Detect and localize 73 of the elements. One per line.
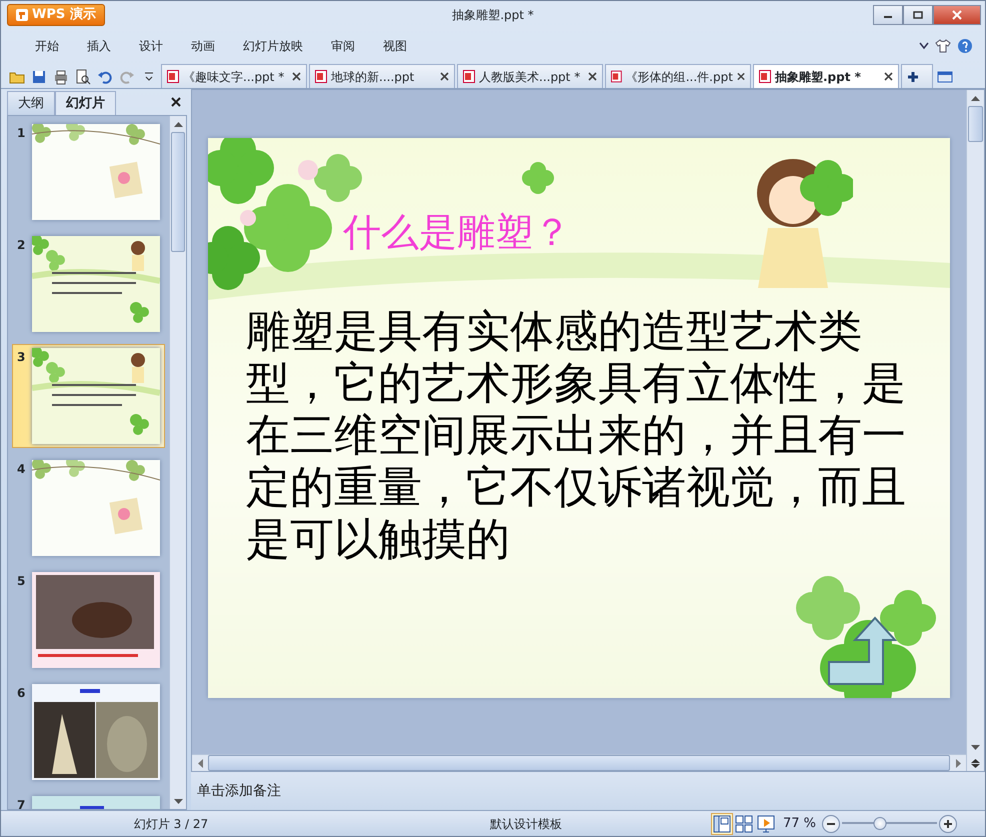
- presentation-file-icon: [167, 70, 179, 83]
- menu-item[interactable]: 动画: [177, 37, 229, 55]
- close-button[interactable]: [933, 5, 981, 25]
- close-icon[interactable]: [736, 72, 745, 81]
- help-icon[interactable]: [957, 38, 973, 54]
- document-tab[interactable]: 《趣味文字...ppt *: [161, 64, 307, 88]
- panel-tab[interactable]: 幻灯片: [55, 90, 116, 115]
- print-preview-icon[interactable]: [75, 69, 91, 85]
- notes-field[interactable]: 单击添加备注: [191, 772, 985, 810]
- shirt-icon[interactable]: [935, 39, 951, 53]
- close-icon[interactable]: [440, 72, 449, 81]
- menu-item[interactable]: 开始: [21, 37, 73, 55]
- slide-sorter-icon[interactable]: [735, 814, 753, 832]
- zoom-percentage: 77 %: [783, 814, 816, 833]
- scroll-right-icon[interactable]: [956, 758, 960, 768]
- save-icon[interactable]: [31, 69, 47, 85]
- panel-tab[interactable]: 大纲: [7, 90, 55, 115]
- slide-thumbnail-item[interactable]: 6: [12, 680, 165, 784]
- restore-icon: [913, 11, 923, 19]
- scroll-up-icon[interactable]: [174, 122, 182, 126]
- arrow-shape[interactable]: [825, 616, 897, 688]
- restore-button[interactable]: [903, 5, 933, 25]
- normal-view-icon[interactable]: [713, 814, 731, 832]
- presentation-file-icon: [759, 70, 771, 83]
- close-icon[interactable]: [171, 97, 181, 108]
- scrollbar[interactable]: [169, 116, 186, 809]
- document-tab[interactable]: 地球的新....ppt: [309, 64, 455, 88]
- scrollbar-thumb[interactable]: [171, 132, 185, 252]
- presentation-file-icon: [315, 70, 327, 83]
- slide-body-text: 雕塑是具有实体感的造型艺术类型，它的艺术形象具有立体性，是在三维空间展示出来的，并且有一定的重量，它不仅诉诸视觉，而且是可以触摸的: [246, 306, 907, 566]
- close-icon: [952, 10, 962, 20]
- scrollbar-thumb[interactable]: [968, 106, 983, 142]
- scroll-down-icon[interactable]: [971, 744, 980, 750]
- menu-item[interactable]: 插入: [73, 37, 125, 55]
- slide-thumbnail-item[interactable]: 1: [12, 120, 165, 224]
- presentation-file-icon: [611, 70, 622, 83]
- previous-next-slide-icon[interactable]: [971, 758, 980, 768]
- clover-drawing: [522, 162, 554, 194]
- scroll-down-icon[interactable]: [174, 798, 182, 804]
- close-icon[interactable]: [884, 72, 893, 81]
- plus-icon: [907, 70, 919, 82]
- minimize-button[interactable]: [873, 5, 903, 25]
- document-tab[interactable]: 人教版美术...ppt *: [457, 64, 603, 88]
- slider-thumb[interactable]: [874, 817, 887, 830]
- zoom-in-icon[interactable]: [943, 818, 954, 828]
- menu-item[interactable]: 视图: [369, 37, 421, 55]
- menu-item[interactable]: 审阅: [317, 37, 369, 55]
- close-icon[interactable]: [588, 72, 597, 81]
- document-tab[interactable]: 《形体的组...件.ppt: [605, 64, 751, 88]
- window-title: 抽象雕塑.ppt *: [452, 7, 534, 24]
- undo-icon[interactable]: [97, 69, 113, 85]
- slide-title: 什么是雕塑？: [343, 209, 571, 256]
- print-icon[interactable]: [53, 69, 69, 85]
- menu-item[interactable]: 设计: [125, 37, 177, 55]
- app-logo-icon: [16, 9, 28, 21]
- menu-item[interactable]: 幻灯片放映: [229, 37, 317, 55]
- scroll-up-icon[interactable]: [971, 96, 980, 100]
- slide-thumbnail-item[interactable]: 3: [12, 344, 165, 448]
- slideshow-icon[interactable]: [757, 814, 775, 832]
- window-list-icon[interactable]: [937, 70, 953, 84]
- scroll-left-icon[interactable]: [198, 758, 202, 768]
- template-name: 默认设计模板: [490, 816, 562, 830]
- slide-thumbnail-item[interactable]: 7: [12, 792, 165, 809]
- slide-counter: 幻灯片 3 / 27: [134, 816, 208, 830]
- slide-thumbnail-item[interactable]: 5: [12, 568, 165, 672]
- scrollbar[interactable]: [966, 90, 984, 771]
- document-tab[interactable]: 抽象雕塑.ppt *: [753, 64, 899, 88]
- chevron-down-icon[interactable]: [919, 42, 929, 50]
- close-icon[interactable]: [292, 72, 301, 81]
- presentation-file-icon: [463, 70, 475, 83]
- slide-thumbnail-item[interactable]: 2: [12, 232, 165, 336]
- slide-thumbnail-item[interactable]: 4: [12, 456, 165, 560]
- new-tab-button[interactable]: [901, 64, 933, 88]
